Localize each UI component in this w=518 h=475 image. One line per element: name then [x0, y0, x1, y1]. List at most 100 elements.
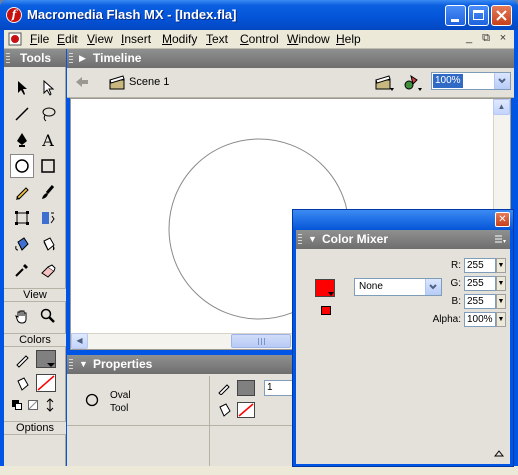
arrow-tool[interactable] — [10, 76, 34, 100]
free-transform-tool[interactable] — [10, 206, 34, 230]
panel-grip-icon[interactable] — [69, 53, 73, 63]
colors-section-label: Colors — [4, 333, 66, 347]
window-title: Macromedia Flash MX - [Index.fla] — [27, 7, 237, 22]
scroll-up-button[interactable]: ▲ — [493, 99, 510, 115]
brush-tool[interactable] — [36, 180, 60, 204]
alpha-input[interactable]: 100% — [464, 312, 496, 327]
pencil-tool[interactable] — [10, 180, 34, 204]
menu-modify[interactable]: Modify — [162, 32, 197, 46]
oval-tool[interactable] — [10, 154, 34, 178]
panel-grip-icon[interactable] — [69, 359, 73, 369]
ink-bottle-tool[interactable] — [10, 232, 34, 256]
fill-color-swatch[interactable] — [237, 402, 255, 418]
hand-tool[interactable] — [10, 304, 34, 328]
minimize-button[interactable] — [445, 5, 466, 26]
color-mixer-header[interactable]: ▼ Color Mixer — [296, 230, 510, 249]
dropdown-arrow-icon — [498, 78, 506, 84]
menu-help[interactable]: Help — [336, 32, 361, 46]
color-mixer-body: None R: 255 ▼ G: 255 ▼ B: 255 ▼ Alpha: 1… — [296, 249, 510, 464]
edit-scene-icon[interactable] — [375, 74, 395, 92]
pen-icon — [17, 133, 27, 147]
blue-stepper[interactable]: ▼ — [496, 294, 506, 309]
scene-clapper-icon — [109, 75, 125, 90]
fill-transform-tool[interactable] — [36, 206, 60, 230]
swap-icon — [46, 398, 54, 412]
fill-color-swatch[interactable] — [36, 374, 56, 392]
color-mixer-title: Color Mixer — [322, 232, 389, 246]
lasso-tool[interactable] — [36, 102, 60, 126]
color-mixer-titlebar[interactable]: ✕ — [293, 210, 513, 230]
text-tool[interactable]: A — [36, 128, 60, 152]
stroke-color-swatch[interactable] — [237, 380, 255, 396]
fill-style-select[interactable]: None — [354, 278, 442, 296]
title-bar[interactable]: f Macromedia Flash MX - [Index.fla] — [0, 0, 518, 30]
line-icon — [15, 107, 29, 121]
menu-insert[interactable]: Insert — [121, 32, 151, 46]
close-button[interactable]: ✕ — [495, 212, 510, 227]
eraser-icon — [41, 264, 56, 278]
timeline-header[interactable]: ▶ Timeline — [67, 49, 514, 68]
blue-input[interactable]: 255 — [464, 294, 496, 309]
menu-file[interactable]: File — [30, 32, 49, 46]
menu-text[interactable]: Text — [206, 32, 228, 46]
doc-restore-button[interactable]: ⧉ — [479, 32, 493, 46]
subselect-tool[interactable] — [36, 76, 60, 100]
panel-options-icon[interactable] — [494, 234, 506, 245]
pencil-icon — [218, 384, 230, 395]
stroke-height-field[interactable]: 1 — [264, 380, 294, 396]
properties-title: Properties — [93, 357, 153, 371]
panel-grip-icon[interactable] — [6, 53, 10, 63]
no-color-button[interactable] — [28, 400, 38, 410]
expand-arrow-icon[interactable]: ▶ — [79, 49, 86, 68]
menu-edit[interactable]: Edit — [57, 32, 78, 46]
doc-close-button[interactable]: × — [496, 32, 510, 46]
swap-colors-button[interactable] — [44, 398, 58, 412]
scene-label[interactable]: Scene 1 — [129, 76, 169, 88]
collapse-arrow-icon[interactable]: ▼ — [79, 355, 88, 374]
green-input[interactable]: 255 — [464, 276, 496, 291]
edit-symbols-icon[interactable] — [403, 74, 423, 92]
pencil-icon — [16, 187, 29, 200]
collapse-arrow-icon[interactable]: ▼ — [308, 230, 317, 249]
menu-window[interactable]: Window — [287, 32, 330, 46]
pen-tool[interactable] — [10, 128, 34, 152]
magnifier-icon — [40, 308, 55, 323]
tools-header[interactable]: Tools — [4, 49, 66, 67]
panel-grip-icon[interactable] — [298, 234, 302, 244]
paint-bucket-icon[interactable] — [321, 303, 331, 315]
alpha-stepper[interactable]: ▼ — [496, 312, 506, 327]
default-colors-button[interactable] — [12, 400, 22, 410]
red-input[interactable]: 255 — [464, 258, 496, 273]
stroke-color-swatch[interactable] — [36, 350, 56, 368]
line-tool[interactable] — [10, 102, 34, 126]
tools-panel: Tools A View Colors Options — [4, 49, 66, 475]
eyedropper-tool[interactable] — [10, 258, 34, 282]
expand-triangle-icon[interactable] — [494, 449, 504, 457]
eraser-tool[interactable] — [36, 258, 60, 282]
no-color-icon — [37, 375, 55, 391]
oval-icon — [85, 393, 99, 407]
paint-bucket-icon — [43, 237, 55, 251]
chevron-down-icon[interactable] — [494, 73, 510, 89]
scroll-thumb[interactable] — [231, 334, 291, 348]
no-color-icon — [29, 401, 37, 409]
maximize-button[interactable] — [468, 5, 489, 26]
rectangle-tool[interactable] — [36, 154, 60, 178]
menu-view[interactable]: View — [87, 32, 113, 46]
green-stepper[interactable]: ▼ — [496, 276, 506, 291]
zoom-tool[interactable] — [36, 304, 60, 328]
flash-app-icon[interactable]: f — [6, 7, 22, 23]
close-button[interactable] — [491, 5, 512, 26]
document-icon[interactable] — [8, 32, 22, 46]
doc-minimize-button[interactable]: _ — [462, 32, 476, 46]
scroll-left-button[interactable]: ◀ — [71, 333, 88, 349]
red-label: R: — [451, 260, 461, 271]
zoom-select[interactable]: 100% — [431, 72, 511, 90]
paint-bucket-icon — [17, 377, 29, 391]
red-stepper[interactable]: ▼ — [496, 258, 506, 273]
mixer-color-swatch[interactable] — [315, 279, 335, 297]
back-arrow-icon[interactable] — [75, 76, 89, 88]
menu-control[interactable]: Control — [240, 32, 279, 46]
hand-icon — [15, 310, 27, 324]
paint-bucket-tool[interactable] — [36, 232, 60, 256]
